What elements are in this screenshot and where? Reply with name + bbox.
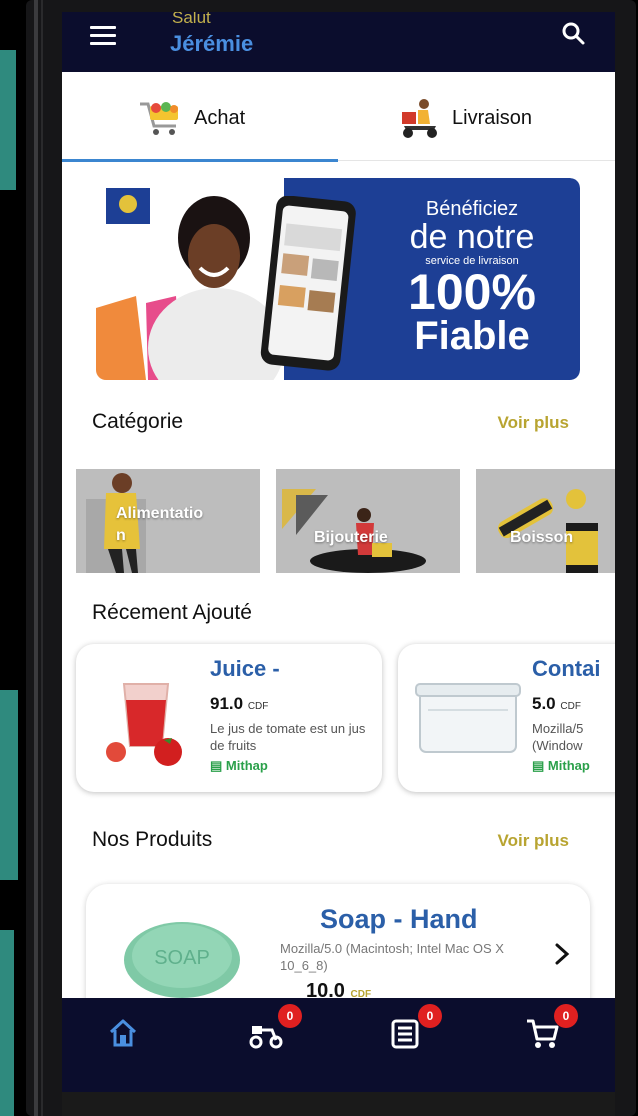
- recent-title: Récement Ajouté: [92, 601, 252, 624]
- category-label-line-1: Alimentatio: [116, 505, 204, 522]
- price-currency: CDF: [247, 701, 269, 712]
- phone-frame-edge: [34, 0, 38, 1116]
- shop-name: Mithap: [547, 758, 590, 773]
- background-teal-top: [0, 50, 16, 190]
- banner-headline: Bénéficiez de notre service de livraison…: [382, 198, 562, 356]
- chevron-right-icon[interactable]: [554, 942, 570, 966]
- products-see-more-link[interactable]: Voir plus: [498, 831, 569, 851]
- nav-orders[interactable]: 0: [388, 1004, 442, 1056]
- delivery-scooter-icon: [402, 99, 437, 138]
- product-price: 91.0 CDF: [210, 694, 268, 714]
- product-title: Contai: [532, 656, 601, 681]
- category-illustration: [497, 489, 598, 573]
- tab-achat-label: Achat: [194, 106, 246, 129]
- category-label: Boisson: [510, 529, 574, 546]
- username-text: Jérémie: [170, 31, 254, 56]
- search-icon[interactable]: [560, 20, 586, 46]
- category-card-alimentation[interactable]: Alimentatio n: [76, 469, 260, 573]
- product-title: Juice -: [210, 656, 280, 681]
- tab-divider: [338, 160, 615, 161]
- phone-frame-edge-inner: [41, 0, 43, 1116]
- product-title: Soap - Hand: [320, 904, 478, 934]
- banner-line-5: Fiable: [414, 314, 530, 358]
- product-image: SOAP: [124, 922, 240, 998]
- soap-engraving: SOAP: [154, 947, 210, 969]
- cart-badge: 0: [554, 1004, 578, 1028]
- category-label: Alimentatio n: [116, 503, 203, 547]
- background-teal-middle: [0, 690, 18, 880]
- shop-icon: ▤: [210, 758, 223, 773]
- system-navigation-bar: [62, 1092, 615, 1116]
- app-header: Salut Jérémie: [62, 12, 615, 72]
- categories-title: Catégorie: [92, 410, 184, 433]
- order-list-icon: [391, 1019, 419, 1049]
- product-description: Mozilla/5 (Window: [532, 721, 584, 753]
- tab-achat[interactable]: Achat: [136, 72, 245, 164]
- recent-product-card[interactable]: Contai 5.0 CDF Mozilla/5 (Window ▤ Mitha…: [398, 644, 615, 792]
- product-description: Mozilla/5.0 (Macintosh; Intel Mac OS X 1…: [280, 941, 504, 973]
- bottom-navigation: 0 0 0: [62, 998, 615, 1092]
- background-teal-bottom: [0, 930, 14, 1116]
- greeting-text: Salut: [172, 12, 211, 27]
- delivery-badge: 0: [278, 1004, 302, 1028]
- shop-name: Mithap: [225, 758, 268, 773]
- category-card-bijouterie[interactable]: Bijouterie: [276, 469, 460, 573]
- banner-line-2: de notre: [409, 218, 535, 256]
- tab-livraison-label: Livraison: [452, 106, 533, 129]
- phone-mockup-image: [260, 196, 356, 371]
- nav-cart[interactable]: 0: [524, 1004, 578, 1056]
- menu-icon[interactable]: [90, 26, 116, 46]
- tab-bar: Achat Livraison: [62, 72, 615, 164]
- banner-blue-panel: Bénéficiez de notre service de livraison…: [260, 178, 580, 380]
- product-shop: ▤ Mithap: [532, 758, 590, 774]
- category-label-line-2: n: [116, 527, 126, 544]
- shop-icon: ▤: [532, 758, 545, 773]
- product-image: [106, 683, 182, 766]
- tab-livraison[interactable]: Livraison: [398, 72, 532, 164]
- banner-line-1: Bénéficiez: [425, 198, 519, 220]
- orders-badge: 0: [418, 1004, 442, 1028]
- category-illustration: [282, 489, 426, 573]
- home-icon: [109, 1019, 137, 1047]
- category-card-boisson[interactable]: Boisson: [476, 469, 615, 573]
- product-shop: ▤ Mithap: [210, 758, 268, 774]
- nav-home[interactable]: [106, 1016, 146, 1056]
- price-currency: CDF: [560, 701, 581, 712]
- banner-line-4: 100%: [408, 264, 536, 320]
- price-value: 91.0: [210, 694, 244, 713]
- product-image: [415, 683, 521, 753]
- app-screen: Salut Jérémie Achat Livraison Bénéficiez…: [62, 12, 615, 1116]
- category-label: Bijouterie: [314, 529, 388, 546]
- categories-see-more-link[interactable]: Voir plus: [498, 413, 569, 433]
- shopping-cart-icon: [140, 102, 178, 135]
- nav-delivery[interactable]: 0: [248, 1004, 302, 1056]
- products-title: Nos Produits: [92, 828, 213, 851]
- product-description: Le jus de tomate est un jus de fruits: [210, 721, 366, 753]
- promo-banner[interactable]: Bénéficiez de notre service de livraison…: [96, 178, 580, 380]
- price-value: 5.0: [532, 694, 556, 713]
- recent-product-card[interactable]: Juice - 91.0 CDF Le jus de tomate est un…: [76, 644, 382, 792]
- product-price: 5.0 CDF: [532, 694, 581, 714]
- active-tab-indicator: [62, 159, 338, 162]
